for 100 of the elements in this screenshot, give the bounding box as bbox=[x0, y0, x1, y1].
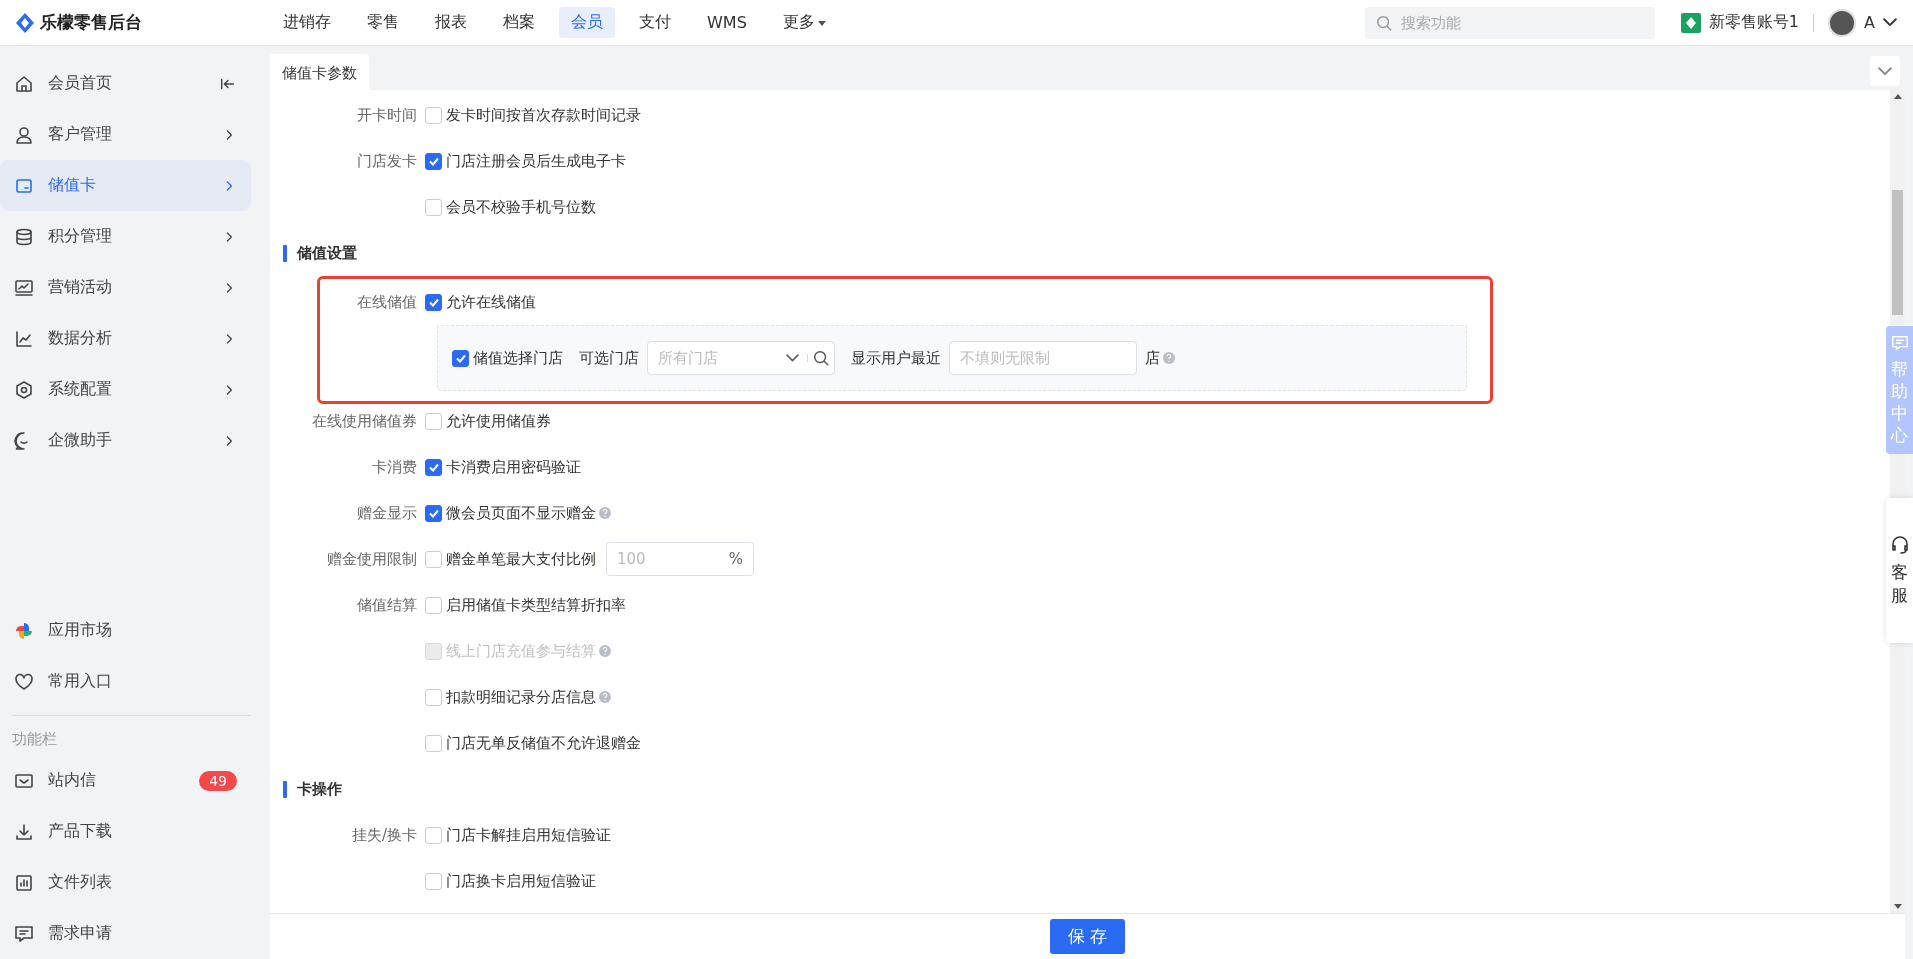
expand-button[interactable] bbox=[1870, 56, 1900, 86]
checkmark-icon bbox=[428, 297, 439, 307]
nav-tab[interactable]: 进销存 bbox=[271, 7, 343, 38]
sidebar-item[interactable]: 储值卡 bbox=[0, 160, 251, 211]
checkbox[interactable] bbox=[425, 596, 442, 614]
nav-tab[interactable]: 报表 bbox=[423, 7, 479, 38]
headset-icon bbox=[1889, 535, 1910, 556]
field-label: 赠金显示 bbox=[356, 503, 418, 523]
checkmark-icon bbox=[428, 462, 439, 472]
checkbox[interactable] bbox=[425, 458, 442, 476]
checkbox[interactable] bbox=[425, 504, 442, 522]
field-label: 挂失/换卡 bbox=[350, 825, 418, 845]
nav-tab[interactable]: 零售 bbox=[355, 7, 411, 38]
user-name[interactable]: A bbox=[1864, 13, 1875, 32]
search-field[interactable]: 搜索功能 bbox=[1364, 6, 1655, 39]
checkbox-label: 门店注册会员后生成电子卡 bbox=[446, 151, 626, 171]
heart-icon bbox=[14, 671, 34, 692]
checkbox-label: 微会员页面不显示赠金 bbox=[446, 503, 596, 523]
sidebar-item[interactable]: 积分管理 bbox=[0, 211, 251, 262]
field-label: 在线使用储值券 bbox=[311, 411, 418, 431]
scroll-up-icon[interactable] bbox=[1893, 94, 1902, 99]
store-logo-icon bbox=[1680, 12, 1701, 33]
sidebar-item[interactable]: 会员首页 bbox=[0, 58, 251, 109]
save-button[interactable]: 保 存 bbox=[1049, 919, 1126, 954]
help-icon bbox=[598, 644, 612, 658]
sidebar-item[interactable]: 应用市场 bbox=[0, 605, 251, 656]
search-icon bbox=[812, 349, 830, 367]
sidebar-label: 客户管理 bbox=[48, 124, 113, 145]
sidebar-item[interactable]: 营销活动 bbox=[0, 262, 251, 313]
checkbox[interactable] bbox=[425, 688, 442, 706]
user-icon bbox=[14, 124, 34, 145]
pinwheel-icon bbox=[14, 620, 34, 641]
message-icon bbox=[1890, 334, 1909, 352]
help-icon bbox=[1162, 351, 1176, 365]
checkbox-label: 扣款明细记录分店信息 bbox=[446, 687, 596, 707]
sidebar-label: 常用入口 bbox=[48, 671, 113, 692]
sidebar-item[interactable]: 客户管理 bbox=[0, 109, 251, 160]
checkmark-icon bbox=[428, 156, 439, 166]
section-title: 储值设置 bbox=[297, 243, 357, 263]
account-name[interactable]: 新零售账号1 bbox=[1708, 12, 1800, 33]
checkmark-icon bbox=[455, 353, 466, 363]
nav-tab[interactable]: WMS bbox=[695, 7, 759, 38]
store-select[interactable]: 所有门店 bbox=[647, 341, 835, 375]
sidebar-item[interactable]: 常用入口 bbox=[0, 656, 251, 707]
checkbox[interactable] bbox=[425, 106, 442, 124]
count-badge: 49 bbox=[199, 770, 237, 791]
nav-tab[interactable]: 支付 bbox=[627, 7, 683, 38]
ratio-field[interactable]: 100 % bbox=[606, 542, 754, 576]
scroll-down-icon[interactable] bbox=[1893, 904, 1902, 909]
field-label: 门店发卡 bbox=[356, 151, 418, 171]
checkbox[interactable] bbox=[425, 872, 442, 890]
nav-tab[interactable]: 会员 bbox=[559, 7, 615, 38]
store-count-field[interactable]: 不填则无限制 bbox=[949, 341, 1137, 375]
checkbox[interactable] bbox=[452, 349, 469, 367]
section-label: 功能栏 bbox=[11, 729, 58, 750]
chevron-down-icon bbox=[1883, 18, 1897, 27]
checkbox[interactable] bbox=[425, 734, 442, 752]
checkbox-label: 线上门店充值参与结算 bbox=[446, 641, 596, 661]
sidebar-label: 文件列表 bbox=[48, 872, 113, 893]
sidebar-item[interactable]: 企微助手 bbox=[0, 415, 251, 466]
settings-icon bbox=[14, 379, 34, 400]
nav-tab[interactable]: 更多 bbox=[770, 7, 839, 38]
section-title: 卡操作 bbox=[297, 779, 342, 799]
field-label: 在线储值 bbox=[356, 292, 418, 312]
sidebar-label: 数据分析 bbox=[48, 328, 113, 349]
field-label: 卡消费 bbox=[371, 457, 418, 477]
checkbox-label: 启用储值卡类型结算折扣率 bbox=[446, 595, 626, 615]
checkbox[interactable] bbox=[425, 293, 442, 311]
message-icon bbox=[14, 923, 34, 944]
page-tab[interactable]: 储值卡参数 bbox=[270, 54, 369, 90]
checkbox[interactable] bbox=[425, 412, 442, 430]
scrollbar-thumb[interactable] bbox=[1892, 190, 1903, 315]
sidebar-item[interactable]: 系统配置 bbox=[0, 364, 251, 415]
field-label: 显示用户最近 bbox=[851, 348, 941, 368]
checkbox[interactable] bbox=[425, 152, 442, 170]
bar-chart-icon bbox=[14, 872, 34, 893]
ratio-input[interactable]: 100 bbox=[607, 544, 729, 574]
checkbox-label: 门店无单反储值不允许退赠金 bbox=[446, 733, 641, 753]
nav-tab[interactable]: 档案 bbox=[491, 7, 547, 38]
field-label: 开卡时间 bbox=[356, 105, 418, 125]
sidebar-item[interactable]: 站内信 49 bbox=[0, 755, 251, 806]
sidebar-item[interactable]: 数据分析 bbox=[0, 313, 251, 364]
checkbox-label: 会员不校验手机号位数 bbox=[446, 197, 596, 217]
sidebar-label: 储值卡 bbox=[48, 175, 97, 196]
coins-icon bbox=[14, 226, 34, 247]
checkbox-label: 发卡时间按首次存款时间记录 bbox=[446, 105, 641, 125]
line-chart-icon bbox=[14, 328, 34, 349]
checkbox[interactable] bbox=[425, 826, 442, 844]
sidebar-item[interactable]: 产品下载 bbox=[0, 806, 251, 857]
sidebar-item[interactable]: 文件列表 bbox=[0, 857, 251, 908]
field-label: 储值结算 bbox=[356, 595, 418, 615]
checkbox[interactable] bbox=[425, 198, 442, 216]
store-select-input[interactable]: 所有门店 bbox=[648, 343, 778, 373]
sidebar-label: 积分管理 bbox=[48, 226, 113, 247]
sidebar-label: 站内信 bbox=[48, 770, 97, 791]
sidebar-label: 应用市场 bbox=[48, 620, 113, 641]
avatar[interactable] bbox=[1828, 8, 1857, 37]
checkbox[interactable] bbox=[425, 550, 442, 568]
customer-service-button[interactable]: 客服 bbox=[1886, 498, 1913, 643]
sidebar-item[interactable]: 需求申请 bbox=[0, 908, 251, 959]
